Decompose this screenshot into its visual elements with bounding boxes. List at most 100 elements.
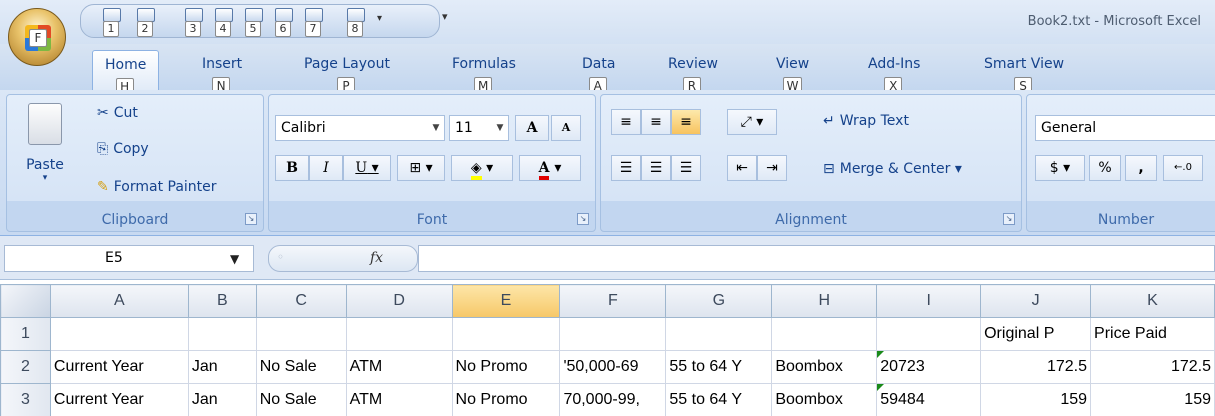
borders-button[interactable]: ⊞ ▾ [397, 155, 445, 181]
cell[interactable]: ATM [345, 383, 453, 416]
tab-review[interactable]: Review R [656, 50, 730, 95]
align-bottom-button[interactable]: ≡ [671, 109, 701, 135]
grow-font-button[interactable]: A [515, 115, 549, 141]
cell[interactable] [255, 317, 347, 351]
formula-input[interactable] [418, 245, 1215, 272]
cell[interactable]: Boombox [771, 383, 878, 416]
cut-button[interactable]: ✂ Cut [97, 101, 138, 125]
merge-center-button[interactable]: ⊟ Merge & Center ▾ [823, 157, 962, 181]
font-color-button[interactable]: A ▾ [519, 155, 581, 181]
cell[interactable]: 172.5 [1090, 350, 1215, 384]
cell[interactable] [665, 317, 773, 351]
tab-insert[interactable]: Insert N [190, 50, 254, 95]
qat-print-preview[interactable]: 3 [181, 8, 207, 37]
customize-qat-icon[interactable]: ▾ [442, 10, 448, 23]
align-left-button[interactable]: ☰ [611, 155, 641, 181]
font-name-select[interactable]: Calibri ▼ [275, 115, 445, 141]
cell[interactable]: 55 to 64 Y [665, 383, 773, 416]
align-middle-button[interactable]: ≡ [641, 109, 671, 135]
qat-save[interactable]: 1 [99, 8, 125, 37]
cell[interactable] [559, 317, 667, 351]
insert-function-icon[interactable]: fx [370, 250, 383, 266]
column-header-f[interactable]: F [559, 284, 667, 318]
dialog-launcher-icon[interactable]: ↘ [1003, 213, 1015, 225]
cell[interactable]: No Promo [451, 383, 561, 416]
qat-copy-sheet[interactable]: 5 [241, 8, 267, 37]
column-header-a[interactable]: A [49, 284, 189, 318]
column-header-k[interactable]: K [1090, 284, 1215, 318]
chevron-down-icon[interactable]: ▼ [230, 252, 239, 266]
column-header-g[interactable]: G [665, 284, 773, 318]
column-header-h[interactable]: H [771, 284, 878, 318]
cell[interactable]: 59484 [876, 383, 982, 416]
chevron-down-icon[interactable]: ▾ [377, 13, 382, 24]
office-button[interactable]: F [8, 8, 66, 66]
cell[interactable]: 159 [1090, 383, 1215, 416]
cell[interactable] [876, 317, 982, 351]
decrease-indent-button[interactable]: ⇤ [727, 155, 757, 181]
cell[interactable] [49, 317, 189, 351]
cell[interactable]: 70,000-99, [559, 383, 667, 416]
cell[interactable]: '50,000-69 [559, 350, 667, 384]
cell[interactable]: No Sale [255, 350, 347, 384]
column-header-d[interactable]: D [345, 284, 453, 318]
column-header-e[interactable]: E [451, 284, 561, 318]
cell[interactable] [451, 317, 561, 351]
increase-decimal-button[interactable]: ←.0 [1163, 155, 1203, 181]
tab-view[interactable]: View W [764, 50, 821, 95]
accounting-format-button[interactable]: $ ▾ [1035, 155, 1085, 181]
tab-add-ins[interactable]: Add-Ins X [856, 50, 932, 95]
qat-undo[interactable]: 2 [133, 8, 159, 37]
tab-data[interactable]: Data A [570, 50, 627, 95]
cell[interactable]: Current Year [49, 383, 189, 416]
qat-redo[interactable]: 8 [343, 8, 369, 37]
wrap-text-button[interactable]: ↵ Wrap Text [823, 109, 909, 133]
row-header[interactable]: 3 [0, 383, 51, 416]
bold-button[interactable]: B [275, 155, 309, 181]
cell[interactable]: ATM [345, 350, 453, 384]
tab-home[interactable]: Home H [92, 50, 160, 96]
cell[interactable]: No Promo [451, 350, 561, 384]
dialog-launcher-icon[interactable]: ↘ [245, 213, 257, 225]
cell[interactable]: Price Paid [1090, 317, 1215, 351]
qat-print[interactable]: 7 [301, 8, 327, 37]
comma-style-button[interactable]: , [1125, 155, 1157, 181]
font-size-select[interactable]: 11 ▼ [449, 115, 509, 141]
cell[interactable]: 20723 [876, 350, 982, 384]
increase-indent-button[interactable]: ⇥ [757, 155, 787, 181]
qat-spelling[interactable]: 4 [211, 8, 237, 37]
cell[interactable]: Original P [980, 317, 1092, 351]
shrink-font-button[interactable]: A [551, 115, 581, 141]
cell[interactable]: Current Year [49, 350, 189, 384]
paste-button[interactable]: Paste ▾ [17, 103, 73, 203]
name-box[interactable]: E5 [4, 245, 254, 272]
orientation-button[interactable]: ⤢ ▾ [727, 109, 777, 135]
splitter-icon[interactable]: ◦ [277, 250, 284, 264]
tab-smart-view[interactable]: Smart View S [972, 50, 1076, 95]
align-top-button[interactable]: ≡ [611, 109, 641, 135]
row-header[interactable]: 1 [0, 317, 51, 351]
cell[interactable] [771, 317, 878, 351]
select-all-corner[interactable] [0, 284, 51, 318]
italic-button[interactable]: I [309, 155, 343, 181]
cell[interactable]: No Sale [255, 383, 347, 416]
row-header[interactable]: 2 [0, 350, 51, 384]
format-painter-button[interactable]: ✎ Format Painter [97, 175, 217, 199]
qat-open[interactable]: 6 [271, 8, 297, 37]
cell[interactable]: 159 [980, 383, 1092, 416]
align-center-button[interactable]: ☰ [641, 155, 671, 181]
column-header-b[interactable]: B [187, 284, 257, 318]
align-right-button[interactable]: ☰ [671, 155, 701, 181]
cell[interactable]: Boombox [771, 350, 878, 384]
cell[interactable] [187, 317, 257, 351]
column-header-j[interactable]: J [980, 284, 1092, 318]
tab-formulas[interactable]: Formulas M [440, 50, 528, 95]
tab-page-layout[interactable]: Page Layout P [292, 50, 402, 95]
underline-button[interactable]: U ▾ [343, 155, 391, 181]
cell[interactable] [345, 317, 453, 351]
copy-button[interactable]: ⎘ Copy [97, 137, 149, 161]
column-header-i[interactable]: I [876, 284, 982, 318]
number-format-select[interactable]: General [1035, 115, 1215, 141]
dialog-launcher-icon[interactable]: ↘ [577, 213, 589, 225]
cell[interactable]: 172.5 [980, 350, 1092, 384]
